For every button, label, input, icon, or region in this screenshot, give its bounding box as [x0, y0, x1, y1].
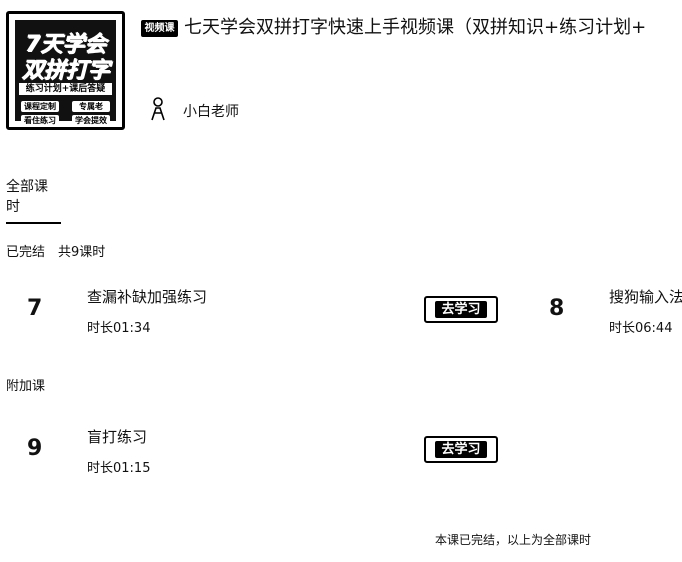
lesson-duration: 时长01:15: [87, 461, 151, 476]
cover-tag: 课程定制: [21, 101, 59, 112]
lesson-number: 8: [549, 296, 565, 321]
completed-section-label: 已完结 共9课时: [6, 245, 106, 260]
tab-all-lessons[interactable]: 全部课时: [6, 176, 61, 224]
cover-slogan: 练习计划+课后答疑: [19, 83, 112, 95]
lesson-title[interactable]: 盲打练习: [87, 426, 147, 447]
extra-section-label: 附加课: [6, 379, 46, 394]
study-button[interactable]: 去学习: [424, 296, 498, 323]
lesson-number: 7: [27, 296, 43, 321]
lesson-title[interactable]: 查漏补缺加强练习: [87, 286, 207, 307]
teacher-avatar-icon: [151, 97, 165, 121]
cover-tag: 学会提效: [72, 115, 110, 126]
lesson-duration: 时长01:34: [87, 321, 151, 336]
course-complete-note: 本课已完结，以上为全部课时: [435, 533, 592, 547]
study-button-label: 去学习: [435, 441, 487, 458]
cover-tag: 看住练习: [21, 115, 59, 126]
study-button-label: 去学习: [435, 301, 487, 318]
cover-title-line2: 双拼打字: [21, 58, 110, 83]
course-title: 七天学会双拼打字快速上手视频课（双拼知识+练习计划+: [184, 17, 647, 38]
course-cover: 7天学会 双拼打字 练习计划+课后答疑 课程定制 专属老 看住练习 学会提效: [6, 11, 125, 130]
lesson-number: 9: [27, 436, 43, 461]
cover-tag: 专属老: [72, 101, 110, 112]
course-cover-art: 7天学会 双拼打字 练习计划+课后答疑 课程定制 专属老 看住练习 学会提效: [15, 20, 116, 126]
course-type-badge: 视频课: [141, 20, 178, 37]
lesson-title[interactable]: 搜狗输入法: [609, 286, 682, 307]
lesson-duration: 时长06:44: [609, 321, 673, 336]
study-button[interactable]: 去学习: [424, 436, 498, 463]
teacher-name[interactable]: 小白老师: [183, 101, 239, 121]
